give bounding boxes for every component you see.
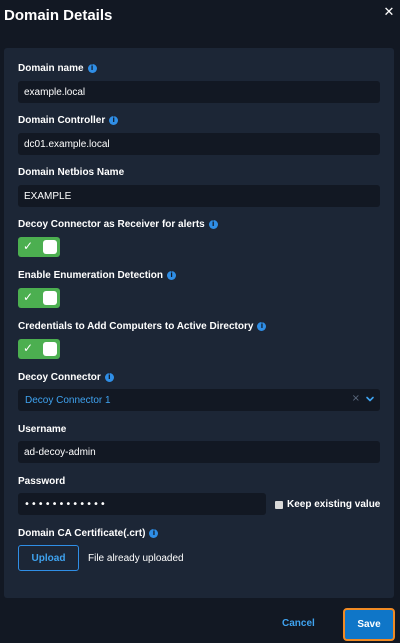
decoy-connector-label-text: Decoy Connector bbox=[18, 372, 101, 383]
chevron-down-icon[interactable] bbox=[365, 394, 375, 404]
domain-name-label-text: Domain name bbox=[18, 63, 84, 74]
toggle-knob bbox=[43, 291, 57, 305]
info-icon[interactable]: i bbox=[257, 322, 267, 331]
upload-button[interactable]: Upload bbox=[18, 545, 79, 571]
enumeration-detection-label: Enable Enumeration Detection i bbox=[18, 270, 177, 281]
decoy-receiver-label-text: Decoy Connector as Receiver for alerts bbox=[18, 219, 205, 230]
add-computers-toggle[interactable]: ✓ bbox=[18, 339, 60, 359]
password-input[interactable] bbox=[18, 493, 266, 515]
info-icon[interactable]: i bbox=[87, 64, 97, 73]
username-label: Username bbox=[18, 424, 66, 435]
check-icon: ✓ bbox=[23, 290, 34, 304]
domain-controller-label-text: Domain Controller bbox=[18, 115, 106, 126]
info-icon[interactable]: i bbox=[167, 271, 177, 280]
decoy-receiver-label: Decoy Connector as Receiver for alerts i bbox=[18, 219, 218, 230]
username-label-text: Username bbox=[18, 424, 67, 435]
checkbox-box[interactable] bbox=[275, 500, 283, 509]
netbios-name-label-text: Domain Netbios Name bbox=[18, 167, 125, 178]
keep-existing-checkbox[interactable]: Keep existing value bbox=[275, 499, 380, 510]
info-icon[interactable]: i bbox=[149, 529, 159, 538]
save-button[interactable]: Save bbox=[343, 608, 395, 641]
add-computers-label-text: Credentials to Add Computers to Active D… bbox=[18, 321, 254, 332]
close-icon[interactable]: ✕ bbox=[381, 4, 397, 20]
decoy-connector-label: Decoy Connector i bbox=[18, 372, 114, 383]
netbios-name-label: Domain Netbios Name bbox=[18, 167, 124, 178]
decoy-receiver-toggle[interactable]: ✓ bbox=[18, 237, 60, 257]
upload-status: File already uploaded bbox=[88, 553, 184, 564]
check-icon: ✓ bbox=[23, 239, 34, 253]
ca-certificate-label-text: Domain CA Certificate(.crt) bbox=[18, 528, 146, 539]
domain-name-input[interactable] bbox=[18, 81, 380, 103]
domain-name-label: Domain name i bbox=[18, 63, 97, 74]
decoy-connector-selected: Decoy Connector 1 bbox=[25, 395, 111, 406]
check-icon: ✓ bbox=[23, 341, 34, 355]
clear-icon[interactable]: × bbox=[352, 393, 360, 404]
info-icon[interactable]: i bbox=[109, 116, 119, 125]
enumeration-detection-label-text: Enable Enumeration Detection bbox=[18, 270, 164, 281]
cancel-button[interactable]: Cancel bbox=[282, 618, 315, 629]
password-label: Password bbox=[18, 476, 65, 487]
info-icon[interactable]: i bbox=[104, 373, 114, 382]
enumeration-detection-toggle[interactable]: ✓ bbox=[18, 288, 60, 308]
form-panel: Domain name i Domain Controller i Domain… bbox=[4, 48, 394, 598]
netbios-name-input[interactable] bbox=[18, 185, 380, 207]
info-icon[interactable]: i bbox=[208, 220, 218, 229]
decoy-connector-select[interactable]: Decoy Connector 1 × bbox=[18, 389, 380, 411]
ca-certificate-label: Domain CA Certificate(.crt) i bbox=[18, 528, 159, 539]
toggle-knob bbox=[43, 342, 57, 356]
dialog-title: Domain Details bbox=[4, 7, 113, 24]
password-label-text: Password bbox=[18, 476, 66, 487]
domain-controller-input[interactable] bbox=[18, 133, 380, 155]
username-input[interactable] bbox=[18, 441, 380, 463]
domain-controller-label: Domain Controller i bbox=[18, 115, 119, 126]
dialog-footer: Cancel Save bbox=[0, 600, 400, 643]
keep-existing-label: Keep existing value bbox=[287, 499, 381, 510]
dialog-header: Domain Details ✕ bbox=[0, 0, 400, 40]
toggle-knob bbox=[43, 240, 57, 254]
add-computers-label: Credentials to Add Computers to Active D… bbox=[18, 321, 267, 332]
